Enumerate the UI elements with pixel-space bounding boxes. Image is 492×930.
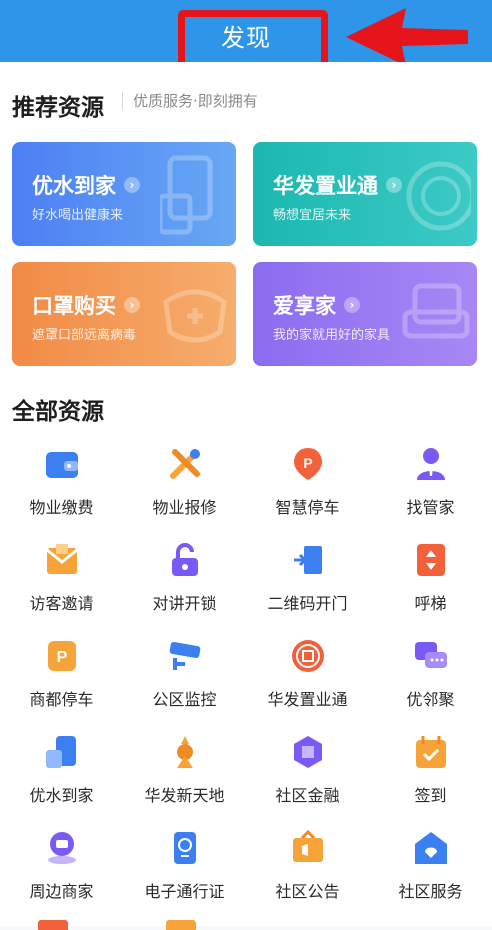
pass-icon (167, 830, 203, 866)
grid-item-smart-parking[interactable]: P 智慧停车 (246, 446, 369, 518)
finance-icon (290, 734, 326, 770)
camera-icon (167, 638, 203, 674)
red-arrow-icon (346, 8, 468, 66)
svg-text:P: P (56, 649, 67, 666)
tools-icon (167, 446, 203, 482)
parking-tag-icon: P (44, 638, 80, 674)
envelope-icon (44, 542, 80, 578)
water-icon (44, 734, 80, 770)
lock-icon (167, 542, 203, 578)
chevron-right-icon: › (386, 177, 402, 193)
grid-item-mall-parking[interactable]: P 商都停车 (0, 638, 123, 710)
grid-item-water-delivery[interactable]: 优水到家 (0, 734, 123, 806)
announcement-icon (290, 829, 326, 866)
section-title-recommend: 推荐资源 (12, 88, 104, 126)
armchair-icon (402, 283, 470, 339)
grid-item-butler[interactable]: 找管家 (369, 446, 492, 518)
grid-item-visitor-invite[interactable]: 访客邀请 (0, 542, 123, 614)
grid-item-qr-door[interactable]: 二维码开门 (246, 542, 369, 614)
door-icon (290, 542, 326, 578)
wallet-icon (44, 446, 80, 482)
grid-item-community-finance[interactable]: 社区金融 (246, 734, 369, 806)
mask-icon (163, 289, 227, 343)
grid-item-huafa-xintiandi[interactable]: 华发新天地 (123, 734, 246, 806)
grid-item-property-fee[interactable]: 物业缴费 (0, 446, 123, 518)
shop-pin-icon (44, 830, 80, 866)
section-subtitle: 优质服务·即刻拥有 (122, 92, 258, 110)
grid-item-cctv[interactable]: 公区监控 (123, 638, 246, 710)
grid-item-e-pass[interactable]: 电子通行证 (123, 830, 246, 902)
landmark-icon (167, 734, 203, 770)
grid-item-huafa-property[interactable]: 华发置业通 (246, 638, 369, 710)
elevator-icon (413, 542, 449, 578)
grid-item-repair[interactable]: 物业报修 (123, 446, 246, 518)
card-mask-purchase[interactable]: 口罩购买 › 遮罩口部远离病毒 (12, 262, 236, 366)
card-furniture[interactable]: 爱享家 › 我的家就用好的家具 (253, 262, 477, 366)
chevron-right-icon: › (344, 297, 360, 313)
calendar-check-icon (413, 734, 449, 770)
tong-seal-icon (406, 161, 471, 231)
svg-text:P: P (303, 455, 312, 471)
grid-item-call-elevator[interactable]: 呼梯 (369, 542, 492, 614)
chevron-right-icon: › (124, 297, 140, 313)
grid-item-community-service[interactable]: 社区服务 (369, 830, 492, 902)
grid-item-nearby-shops[interactable]: 周边商家 (0, 830, 123, 902)
partial-icon (166, 920, 196, 930)
card-water-delivery[interactable]: 优水到家 › 好水喝出健康来 (12, 142, 236, 246)
grid-item-intercom-unlock[interactable]: 对讲开锁 (123, 542, 246, 614)
grid-item-announcement[interactable]: 社区公告 (246, 829, 369, 902)
discover-content: 推荐资源 优质服务·即刻拥有 优水到家 › 好水喝出健康来 华发置业通 › 畅想宜居… (0, 62, 492, 930)
chevron-right-icon: › (124, 177, 140, 193)
service-house-icon (413, 830, 449, 866)
partial-icon (38, 920, 68, 930)
parking-pin-icon: P (290, 446, 326, 482)
tong-icon (290, 638, 326, 674)
butler-icon (413, 446, 449, 482)
grid-item-check-in[interactable]: 签到 (369, 734, 492, 806)
chat-icon (413, 638, 449, 674)
card-huafa-property[interactable]: 华发置业通 › 畅想宜居未来 (253, 142, 477, 246)
grid-item-neighbors[interactable]: 优邻聚 (369, 638, 492, 710)
water-jug-icon (160, 155, 213, 235)
section-title-all: 全部资源 (12, 392, 104, 430)
